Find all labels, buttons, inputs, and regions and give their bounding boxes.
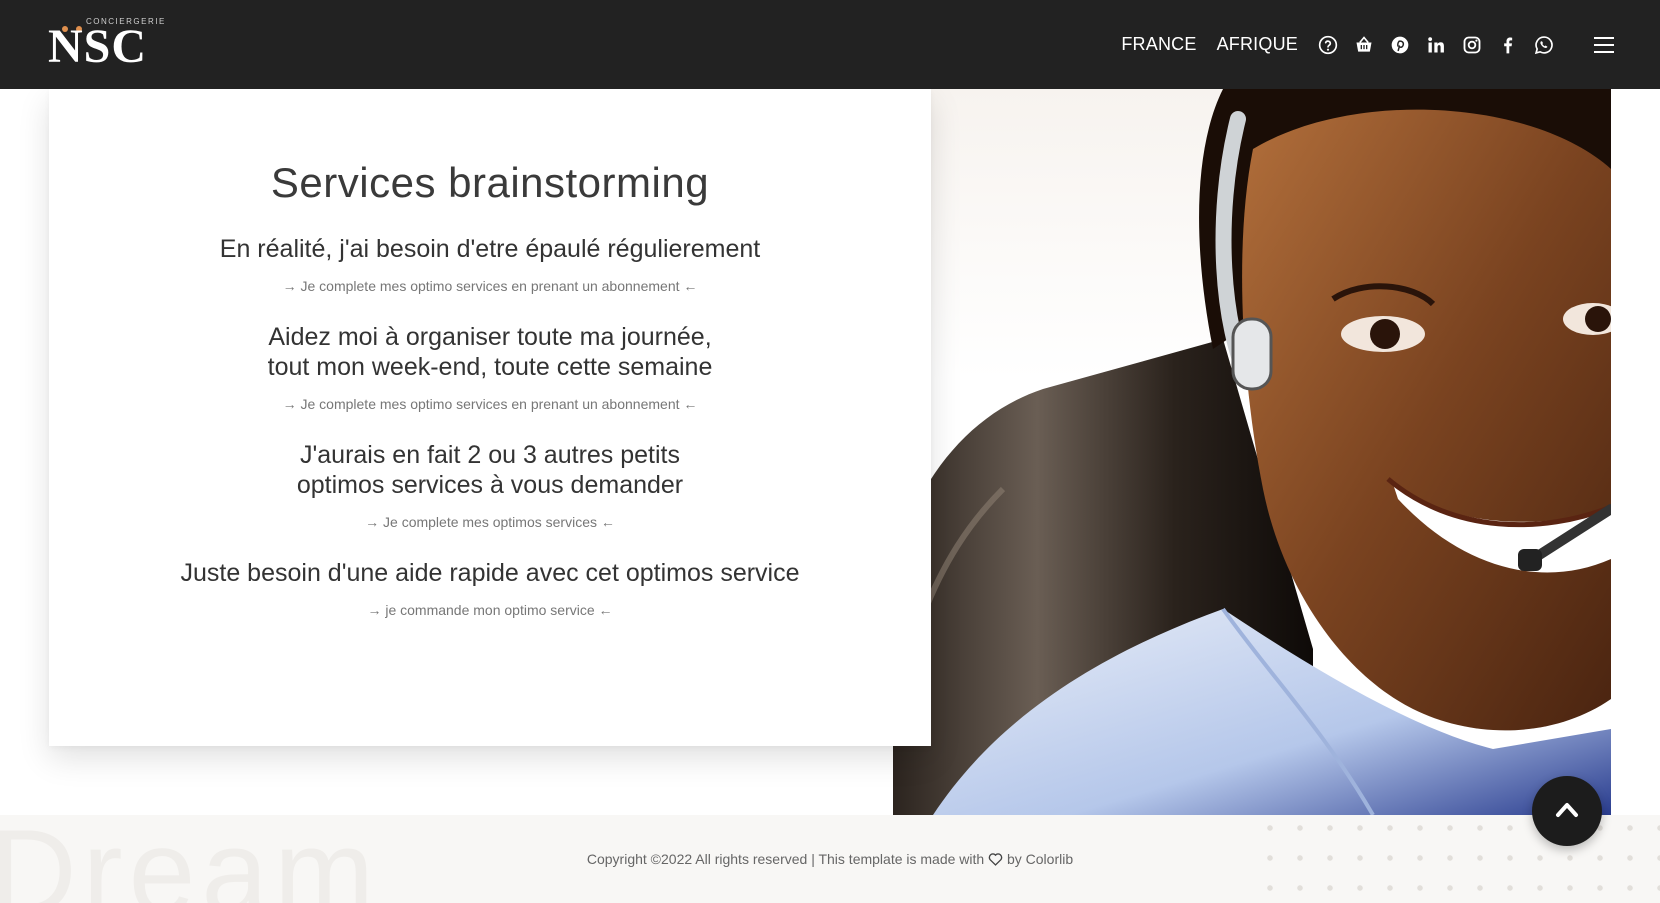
service-option-quick: Juste besoin d'une aide rapide avec cet … xyxy=(49,558,931,620)
hero-photo xyxy=(893,89,1611,815)
chevron-up-icon xyxy=(1555,800,1579,823)
basket-icon[interactable] xyxy=(1352,33,1376,57)
colorlib-link[interactable]: by Colorlib xyxy=(1007,851,1073,867)
help-icon[interactable] xyxy=(1316,33,1340,57)
complete-services-link[interactable]: → Je complete mes optimos services ← xyxy=(365,514,615,530)
heart-icon xyxy=(988,852,1003,869)
service-option-extra: J'aurais en fait 2 ou 3 autres petits op… xyxy=(49,440,931,532)
whatsapp-icon[interactable] xyxy=(1532,33,1556,57)
back-to-top-button[interactable] xyxy=(1532,776,1602,846)
nav-link-afrique[interactable]: AFRIQUE xyxy=(1217,34,1298,55)
service-question: optimos services à vous demander xyxy=(296,471,684,499)
brand-logo[interactable]: CONCIERGERIE NSC xyxy=(48,16,178,72)
instagram-icon[interactable] xyxy=(1460,33,1484,57)
logo-text: NSC xyxy=(48,20,148,73)
customer-service-photo xyxy=(893,89,1611,815)
copyright-text: Copyright ©2022 All rights reserved | Th… xyxy=(0,851,1660,869)
facebook-icon[interactable] xyxy=(1496,33,1520,57)
service-option-regular: En réalité, j'ai besoin d'etre épaulé ré… xyxy=(49,234,931,296)
nav-link-france[interactable]: FRANCE xyxy=(1121,34,1196,55)
subscription-link[interactable]: → Je complete mes optimo services en pre… xyxy=(283,396,698,412)
service-question: Aidez moi à organiser toute ma journée, xyxy=(268,323,712,351)
top-navbar: CONCIERGERIE NSC FRANCE AFRIQUE xyxy=(0,0,1660,89)
order-service-link[interactable]: → je commande mon optimo service ← xyxy=(367,602,612,618)
subscription-link[interactable]: → Je complete mes optimo services en pre… xyxy=(283,278,698,294)
copyright-prefix: Copyright ©2022 All rights reserved | Th… xyxy=(586,851,985,867)
main-nav: FRANCE AFRIQUE xyxy=(1121,0,1660,89)
menu-icon[interactable] xyxy=(1594,33,1618,57)
service-question: tout mon week-end, toute cette semaine xyxy=(267,353,713,381)
service-option-organize: Aidez moi à organiser toute ma journée, … xyxy=(49,322,931,414)
linkedin-icon[interactable] xyxy=(1424,33,1448,57)
service-question: En réalité, j'ai besoin d'etre épaulé ré… xyxy=(219,235,761,263)
page-title: Services brainstorming xyxy=(270,159,710,206)
service-question: Juste besoin d'une aide rapide avec cet … xyxy=(180,559,800,587)
service-question: J'aurais en fait 2 ou 3 autres petits xyxy=(300,441,680,469)
pinterest-icon[interactable] xyxy=(1388,33,1412,57)
services-card: Services brainstorming En réalité, j'ai … xyxy=(49,89,931,746)
footer: Dream Copyright ©2022 All rights reserve… xyxy=(0,815,1660,903)
